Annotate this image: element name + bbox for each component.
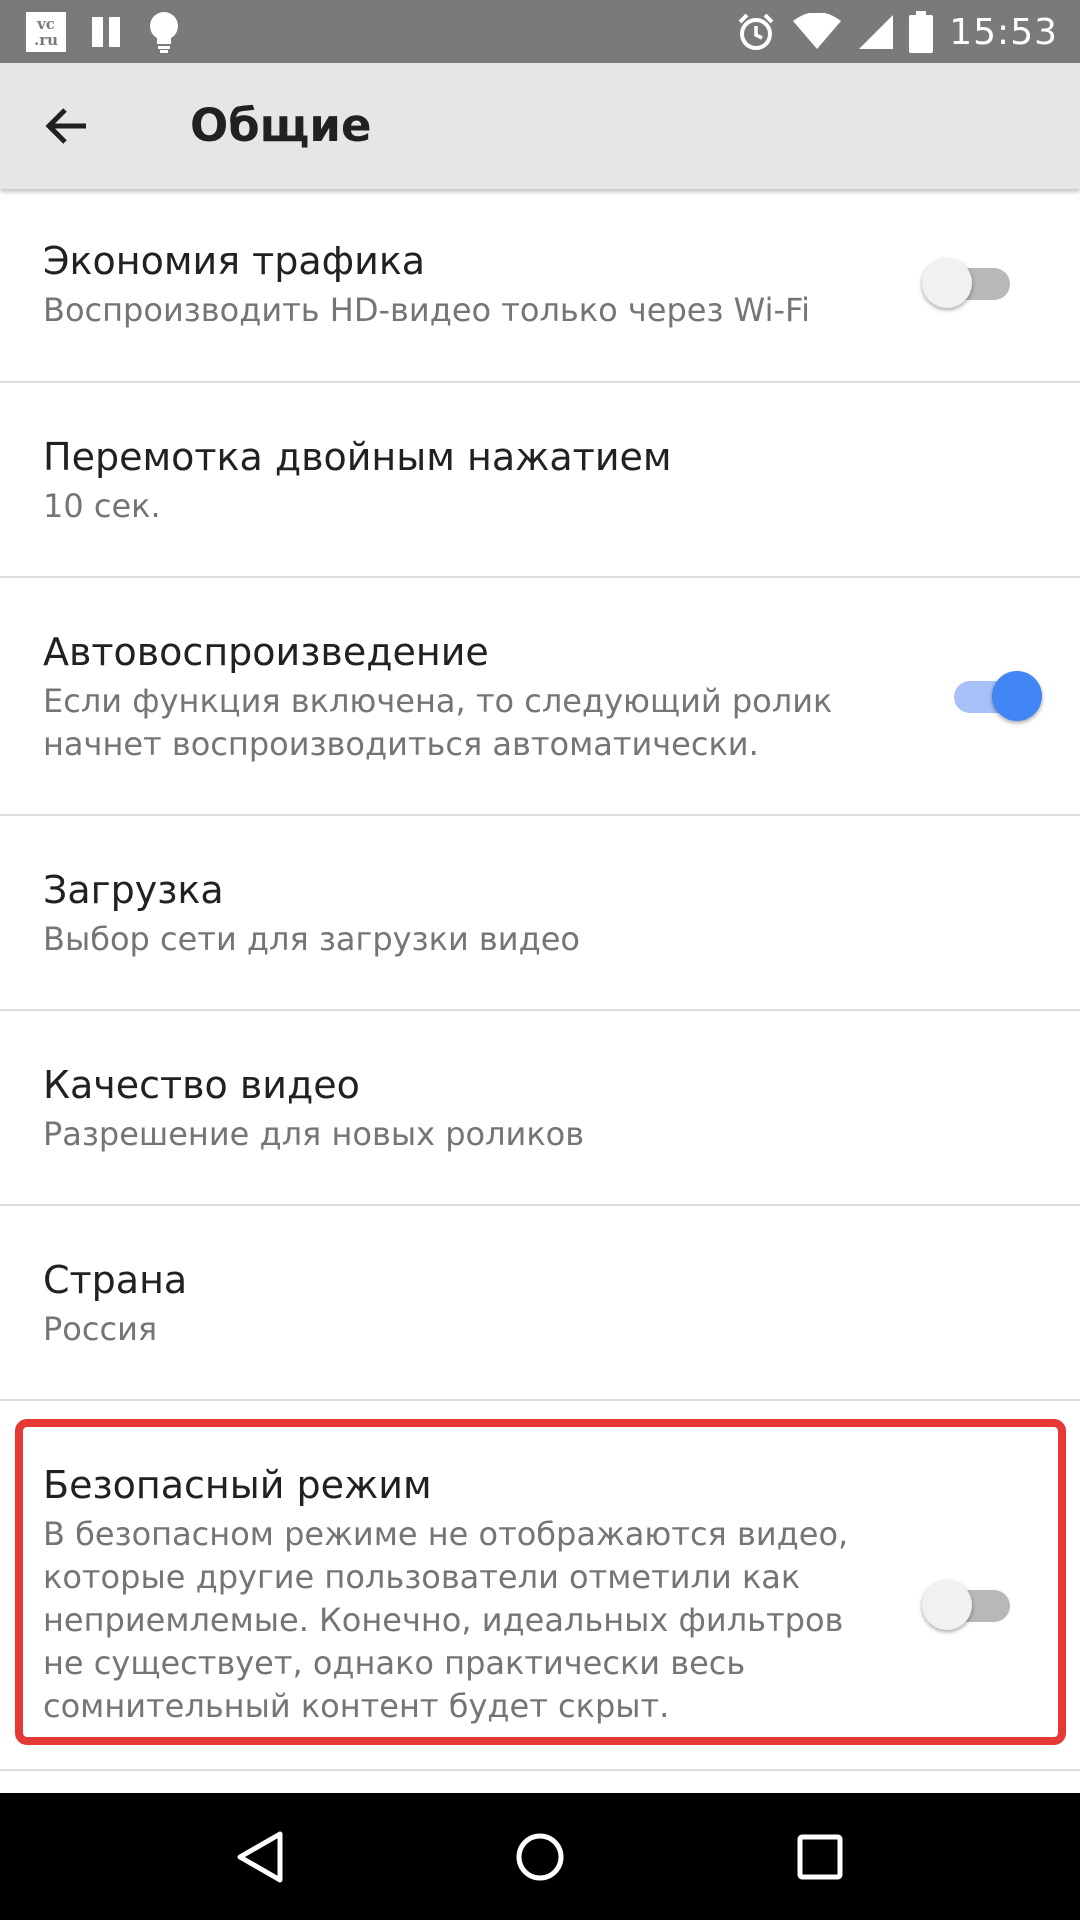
setting-subtitle: Если функция включена, то следующий роли… [43,682,833,763]
status-right: 15:53 [735,9,1058,55]
vc-ru-logo-icon: vc .ru [26,12,66,52]
nav-home-button[interactable] [500,1817,580,1897]
setting-safe-mode[interactable]: Безопасный режим В безопасном режиме не … [0,1401,1080,1771]
setting-autoplay[interactable]: Автовоспроизведение Если функция включен… [0,578,1080,816]
status-time: 15:53 [949,11,1058,53]
setting-text: Страна Россия [43,1256,863,1351]
setting-subtitle: 10 сек. [43,487,161,525]
setting-upload[interactable]: Загрузка Выбор сети для загрузки видео [0,816,1080,1011]
setting-country[interactable]: Страна Россия [0,1206,1080,1401]
lightbulb-icon [150,12,178,53]
traffic-saving-switch[interactable] [922,253,1022,313]
setting-title: Качество видео [43,1063,360,1107]
home-circle-icon [516,1833,564,1880]
arrow-back-icon [45,108,86,144]
setting-title: Перемотка двойным нажатием [43,435,672,479]
screen: vc .ru 15:53 Общие Экономия трафика Восп… [0,0,1080,1920]
setting-subtitle: В безопасном режиме не отображаются виде… [43,1515,849,1725]
setting-title: Безопасный режим [43,1463,432,1507]
setting-text: Автовоспроизведение Если функция включен… [43,628,873,766]
wifi-icon [793,13,842,49]
setting-text: Перемотка двойным нажатием 10 сек. [43,433,863,528]
setting-subtitle: Россия [43,1310,158,1348]
setting-traffic-saving[interactable]: Экономия трафика Воспроизводить HD-видео… [0,189,1080,383]
nav-back-button[interactable] [220,1817,300,1897]
pause-icon [92,17,120,47]
back-button[interactable] [36,96,96,156]
setting-title: Загрузка [43,868,224,912]
safe-mode-switch[interactable] [922,1575,1022,1635]
setting-subtitle: Выбор сети для загрузки видео [43,920,580,958]
setting-text: Экономия трафика Воспроизводить HD-видео… [43,237,863,332]
navigation-bar [0,1793,1080,1920]
status-left: vc .ru [26,12,182,53]
vc-logo-line2: .ru [33,31,59,49]
back-triangle-icon [237,1831,283,1882]
setting-video-quality[interactable]: Качество видео Разрешение для новых роли… [0,1011,1080,1206]
battery-icon [909,11,934,53]
switch-thumb [922,1580,972,1630]
vc-logo-line1: vc [37,15,55,33]
page-title: Общие [190,99,372,152]
autoplay-switch[interactable] [942,666,1042,726]
setting-title: Автовоспроизведение [43,630,489,674]
toolbar: Общие [0,63,1080,189]
setting-text: Качество видео Разрешение для новых роли… [43,1061,863,1156]
nav-recents-button[interactable] [780,1817,860,1897]
switch-thumb [922,258,972,308]
setting-title: Экономия трафика [43,239,426,283]
settings-list: Экономия трафика Воспроизводить HD-видео… [0,189,1080,1771]
alarm-icon [738,13,774,50]
status-bar: vc .ru 15:53 [0,0,1080,63]
recents-square-icon [797,1834,843,1879]
setting-title: Страна [43,1258,188,1302]
setting-double-tap-seek[interactable]: Перемотка двойным нажатием 10 сек. [0,383,1080,578]
setting-text: Безопасный режим В безопасном режиме не … [43,1461,883,1728]
setting-subtitle: Разрешение для новых роликов [43,1115,585,1153]
switch-thumb [992,671,1042,721]
signal-icon [859,15,894,49]
setting-text: Загрузка Выбор сети для загрузки видео [43,866,863,961]
setting-subtitle: Воспроизводить HD-видео только через Wi-… [43,291,810,329]
